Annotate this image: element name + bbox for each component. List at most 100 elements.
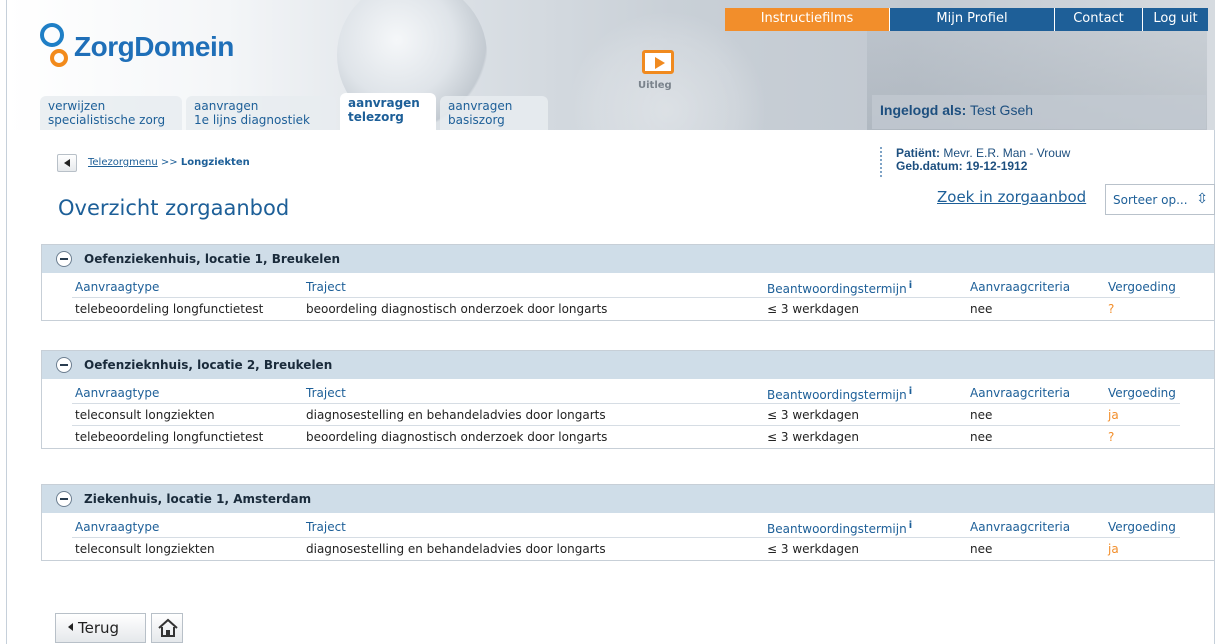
terug-label: Terug xyxy=(78,619,120,637)
info-icon[interactable]: i xyxy=(909,386,912,397)
play-icon xyxy=(642,50,674,74)
col-header-traject: Traject xyxy=(306,386,346,400)
col-header-beantwoordingstermijn: Beantwoordingstermijn i xyxy=(767,386,913,402)
cell-traject: beoordeling diagnostisch onderzoek door … xyxy=(306,302,608,316)
info-icon[interactable]: i xyxy=(909,520,912,531)
tab-label-line1: aanvragen xyxy=(194,99,259,113)
col-header-aanvraagtype: Aanvraagtype xyxy=(75,520,160,534)
uitleg-video-button[interactable]: Uitleg xyxy=(632,50,684,102)
cell-aanvraagtype: telebeoordeling longfunctietest xyxy=(75,302,264,316)
col-header-beantwoordingstermijn: Beantwoordingstermijn i xyxy=(767,520,913,536)
cell-termijn: ≤ 3 werkdagen xyxy=(767,430,859,444)
cell-termijn: ≤ 3 werkdagen xyxy=(767,408,859,422)
tab-label-line2: basiszorg xyxy=(448,113,505,127)
cell-vergoeding[interactable]: ? xyxy=(1108,430,1114,444)
logo-mark-icon xyxy=(40,23,80,71)
col-header-traject: Traject xyxy=(306,520,346,534)
col-header-beantwoordingstermijn: Beantwoordingstermijn i xyxy=(767,280,913,296)
tab-label-line2: specialistische zorg xyxy=(48,113,166,127)
col-header-traject: Traject xyxy=(306,280,346,294)
provider-group-header[interactable]: Oefenziekenhuis, locatie 1, Breukelen xyxy=(42,245,1214,273)
cell-criteria: nee xyxy=(970,542,993,556)
col-header-vergoeding: Vergoeding xyxy=(1108,520,1176,534)
col-header-aanvraagcriteria: Aanvraagcriteria xyxy=(970,280,1071,294)
cell-termijn: ≤ 3 werkdagen xyxy=(767,542,859,556)
table-row[interactable]: teleconsult longziekten diagnosestelling… xyxy=(72,538,1180,560)
collapse-icon[interactable] xyxy=(56,251,72,267)
patient-name: Mevr. E.R. Man - Vrouw xyxy=(943,146,1071,160)
patient-label: Patiënt: xyxy=(896,146,941,160)
tab-aanvragen-telezorg[interactable]: aanvragen telezorg xyxy=(340,93,436,130)
provider-group: Ziekenhuis, locatie 1, Amsterdam Aanvraa… xyxy=(41,484,1215,561)
table-header-row: Aanvraagtype Traject Beantwoordingstermi… xyxy=(72,382,1180,404)
col-header-vergoeding: Vergoeding xyxy=(1108,280,1176,294)
provider-group: Oefenzieknhuis, locatie 2, Breukelen Aan… xyxy=(41,350,1215,449)
cell-aanvraagtype: teleconsult longziekten xyxy=(75,408,215,422)
col-header-aanvraagtype: Aanvraagtype xyxy=(75,386,160,400)
back-arrow-button[interactable] xyxy=(57,154,77,172)
logged-in-label: Ingelogd als: xyxy=(880,102,967,118)
cell-traject: beoordeling diagnostisch onderzoek door … xyxy=(306,430,608,444)
col-header-aanvraagtype: Aanvraagtype xyxy=(75,280,160,294)
logo-text: ZorgDomein xyxy=(74,31,234,62)
cell-aanvraagtype: telebeoordeling longfunctietest xyxy=(75,430,264,444)
tab-aanvragen-1e-lijns-diagnostiek[interactable]: aanvragen 1e lijns diagnostiek xyxy=(186,96,336,130)
cell-termijn: ≤ 3 werkdagen xyxy=(767,302,859,316)
tab-label-line1: verwijzen xyxy=(48,99,106,113)
sort-select-label: Sorteer op... xyxy=(1113,193,1188,207)
col-header-aanvraagcriteria: Aanvraagcriteria xyxy=(970,520,1071,534)
logged-in-user: Test Gseh xyxy=(969,102,1034,118)
sort-select[interactable]: Sorteer op... ⇳ xyxy=(1105,184,1215,215)
zoek-in-zorgaanbod-link[interactable]: Zoek in zorgaanbod xyxy=(937,188,1086,206)
table-row[interactable]: telebeoordeling longfunctietest beoordel… xyxy=(72,426,1180,448)
breadcrumb: Telezorgmenu >> Longziekten xyxy=(88,157,250,168)
cell-aanvraagtype: teleconsult longziekten xyxy=(75,542,215,556)
contact-link[interactable]: Contact xyxy=(1054,8,1142,31)
cell-criteria: nee xyxy=(970,430,993,444)
provider-name: Oefenziekenhuis, locatie 1, Breukelen xyxy=(84,252,341,266)
tab-aanvragen-basiszorg[interactable]: aanvragen basiszorg xyxy=(440,96,548,130)
breadcrumb-separator: >> xyxy=(160,157,178,168)
home-icon xyxy=(158,618,178,637)
mijn-profiel-link[interactable]: Mijn Profiel xyxy=(889,8,1054,31)
sort-updown-icon: ⇳ xyxy=(1196,191,1208,207)
cell-traject: diagnosestelling en behandeladvies door … xyxy=(306,408,606,422)
instructiefilms-link[interactable]: Instructiefilms xyxy=(725,8,889,31)
cell-vergoeding[interactable]: ? xyxy=(1108,302,1114,316)
info-icon[interactable]: i xyxy=(909,280,912,291)
terug-button[interactable]: Terug xyxy=(55,613,146,643)
cell-vergoeding[interactable]: ja xyxy=(1108,408,1119,422)
provider-group-header[interactable]: Oefenzieknhuis, locatie 2, Breukelen xyxy=(42,351,1214,379)
top-navigation: Instructiefilms Mijn Profiel Contact Log… xyxy=(725,8,1208,31)
table-row[interactable]: teleconsult longziekten diagnosestelling… xyxy=(72,404,1180,426)
tab-label-line1: aanvragen xyxy=(448,99,513,113)
dob-label: Geb.datum: xyxy=(896,159,963,173)
cell-criteria: nee xyxy=(970,302,993,316)
provider-group-header[interactable]: Ziekenhuis, locatie 1, Amsterdam xyxy=(42,485,1214,513)
logged-in-status: Ingelogd als: Test Gseh xyxy=(872,95,1206,129)
collapse-icon[interactable] xyxy=(56,491,72,507)
uitleg-label: Uitleg xyxy=(638,80,672,91)
breadcrumb-current: Longziekten xyxy=(180,157,250,168)
cell-vergoeding[interactable]: ja xyxy=(1108,542,1119,556)
table-row[interactable]: telebeoordeling longfunctietest beoordel… xyxy=(72,298,1180,320)
dob-value: 19-12-1912 xyxy=(966,159,1028,173)
tab-label-line2: 1e lijns diagnostiek xyxy=(194,113,310,127)
breadcrumb-telezorgmenu-link[interactable]: Telezorgmenu xyxy=(88,157,158,168)
zorgdomein-logo[interactable]: ZorgDomein xyxy=(40,22,234,72)
main-tabs: verwijzen specialistische zorg aanvragen… xyxy=(40,93,552,130)
tab-label-line2: telezorg xyxy=(348,110,404,124)
col-header-aanvraagcriteria: Aanvraagcriteria xyxy=(970,386,1071,400)
cell-criteria: nee xyxy=(970,408,993,422)
page-title: Overzicht zorgaanbod xyxy=(58,196,290,220)
back-arrow-icon xyxy=(68,623,73,631)
tab-verwijzen-specialistische-zorg[interactable]: verwijzen specialistische zorg xyxy=(40,96,182,130)
table-header-row: Aanvraagtype Traject Beantwoordingstermi… xyxy=(72,276,1180,298)
patient-info: Patiënt: Mevr. E.R. Man - Vrouw Geb.datu… xyxy=(880,147,1070,177)
cell-traject: diagnosestelling en behandeladvies door … xyxy=(306,542,606,556)
tab-label-line1: aanvragen xyxy=(348,96,420,110)
collapse-icon[interactable] xyxy=(56,357,72,373)
log-uit-link[interactable]: Log uit xyxy=(1142,8,1208,31)
home-button[interactable] xyxy=(151,613,183,643)
col-header-vergoeding: Vergoeding xyxy=(1108,386,1176,400)
